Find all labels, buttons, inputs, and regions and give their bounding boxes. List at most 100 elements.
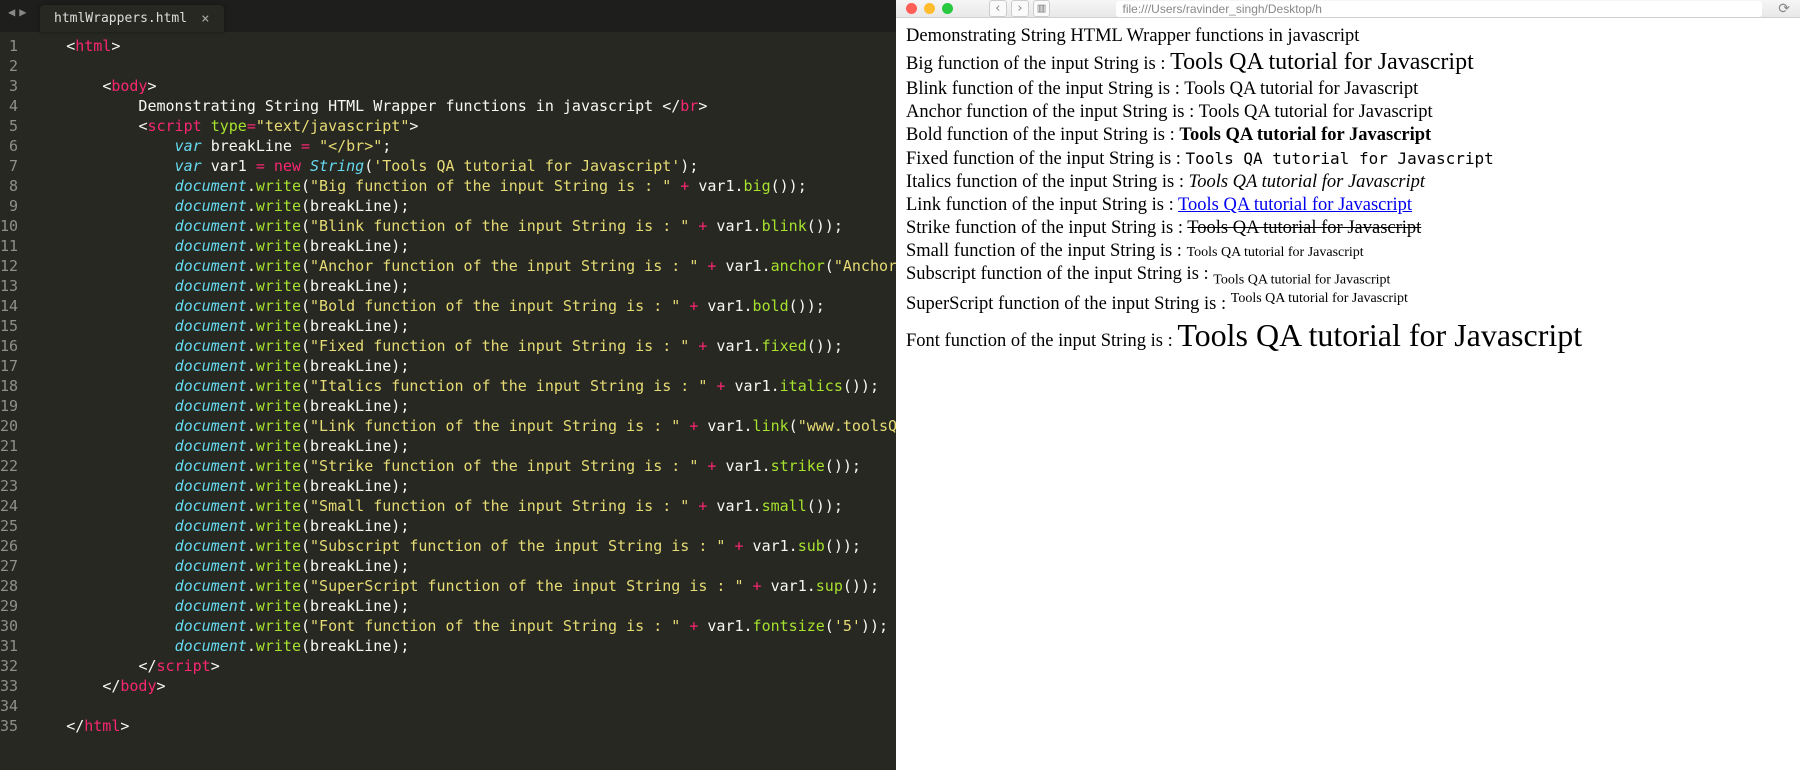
line-number: 4 [0,96,18,116]
output-row: Blink function of the input String is : … [906,78,1790,100]
code-line[interactable]: <script type="text/javascript"> [30,116,896,136]
code-line[interactable]: </body> [30,676,896,696]
output-row: Font function of the input String is : T… [906,316,1790,354]
output-label: Anchor function of the input String is : [906,102,1199,122]
app-root: ◀ ▶ htmlWrappers.html × 1234567891011121… [0,0,1800,770]
output-value: Tools QA tutorial for Javascript [1179,125,1431,145]
code-line[interactable]: document.write("Fixed function of the in… [30,336,896,356]
code-line[interactable]: Demonstrating String HTML Wrapper functi… [30,96,896,116]
line-number: 21 [0,436,18,456]
back-icon[interactable]: ‹ [989,0,1007,17]
code-line[interactable]: document.write("Small function of the in… [30,496,896,516]
code-line[interactable]: document.write(breakLine); [30,436,896,456]
line-number: 32 [0,656,18,676]
output-value: Tools QA tutorial for Javascript [1184,79,1418,99]
line-number: 25 [0,516,18,536]
line-number: 1 [0,36,18,56]
line-number: 5 [0,116,18,136]
output-label: SuperScript function of the input String… [906,294,1231,314]
output-row: Link function of the input String is : T… [906,194,1790,216]
output-label: Subscript function of the input String i… [906,264,1213,284]
code-line[interactable]: </html> [30,716,896,736]
code-line[interactable]: document.write("Blink function of the in… [30,216,896,236]
code-line[interactable]: document.write(breakLine); [30,356,896,376]
code-line[interactable]: document.write(breakLine); [30,316,896,336]
line-number: 27 [0,556,18,576]
line-number: 17 [0,356,18,376]
code-line[interactable]: document.write("Subscript function of th… [30,536,896,556]
browser-viewport: Demonstrating String HTML Wrapper functi… [896,18,1800,770]
zoom-window-icon[interactable] [942,3,953,14]
code-line[interactable]: document.write(breakLine); [30,276,896,296]
line-number: 2 [0,56,18,76]
code-content[interactable]: <html> <body> Demonstrating String HTML … [30,36,896,770]
line-number: 19 [0,396,18,416]
output-value: Tools QA tutorial for Javascript [1170,49,1474,75]
output-value: Tools QA tutorial for Javascript [1177,317,1582,353]
browser-chrome: ‹ › ▥ file:///Users/ravinder_singh/Deskt… [896,0,1800,18]
line-number: 28 [0,576,18,596]
line-number: 6 [0,136,18,156]
code-line[interactable]: document.write("Anchor function of the i… [30,256,896,276]
line-number: 30 [0,616,18,636]
editor-pane: ◀ ▶ htmlWrappers.html × 1234567891011121… [0,0,896,770]
sidebar-icon[interactable]: ▥ [1033,0,1051,17]
code-line[interactable]: <html> [30,36,896,56]
output-label: Fixed function of the input String is : [906,149,1186,169]
page-heading: Demonstrating String HTML Wrapper functi… [906,25,1790,47]
code-line[interactable]: document.write(breakLine); [30,196,896,216]
code-line[interactable]: document.write(breakLine); [30,596,896,616]
code-area[interactable]: 1234567891011121314151617181920212223242… [0,32,896,770]
code-line[interactable]: document.write("Italics function of the … [30,376,896,396]
output-value: Tools QA tutorial for Javascript [1187,218,1421,238]
output-value: Tools QA tutorial for Javascript [1186,149,1494,168]
output-label: Big function of the input String is : [906,54,1170,74]
output-label: Strike function of the input String is : [906,218,1187,238]
code-line[interactable]: var breakLine = "</br>"; [30,136,896,156]
output-label: Font function of the input String is : [906,331,1177,351]
output-label: Bold function of the input String is : [906,125,1179,145]
code-line[interactable]: document.write("Font function of the inp… [30,616,896,636]
output-row: Anchor function of the input String is :… [906,101,1790,123]
minimize-window-icon[interactable] [924,3,935,14]
output-row: Italics function of the input String is … [906,171,1790,193]
file-tab[interactable]: htmlWrappers.html × [40,5,224,32]
output-label: Link function of the input String is : [906,195,1178,215]
code-line[interactable]: document.write("Link function of the inp… [30,416,896,436]
code-line[interactable]: </script> [30,656,896,676]
code-line[interactable] [30,56,896,76]
browser-nav-buttons: ‹ › ▥ [989,0,1050,17]
nav-left-icon[interactable]: ◀ [8,6,15,18]
code-line[interactable]: document.write("SuperScript function of … [30,576,896,596]
close-window-icon[interactable] [906,3,917,14]
reload-icon[interactable]: ⟳ [1778,1,1790,17]
code-line[interactable]: document.write(breakLine); [30,236,896,256]
line-number: 22 [0,456,18,476]
line-number: 14 [0,296,18,316]
code-line[interactable]: document.write("Strike function of the i… [30,456,896,476]
code-line[interactable]: document.write(breakLine); [30,556,896,576]
code-line[interactable]: document.write("Bold function of the inp… [30,296,896,316]
output-row: SuperScript function of the input String… [906,291,1790,315]
line-number: 20 [0,416,18,436]
code-line[interactable]: document.write(breakLine); [30,636,896,656]
line-number-gutter: 1234567891011121314151617181920212223242… [0,36,30,770]
address-bar[interactable]: file:///Users/ravinder_singh/Desktop/h [1116,1,1762,17]
forward-icon[interactable]: › [1011,0,1029,17]
code-line[interactable]: document.write(breakLine); [30,516,896,536]
output-row: Strike function of the input String is :… [906,217,1790,239]
code-line[interactable] [30,696,896,716]
close-icon[interactable]: × [201,12,209,26]
code-line[interactable]: document.write(breakLine); [30,396,896,416]
output-value[interactable]: Tools QA tutorial for Javascript [1178,195,1412,215]
tab-label: htmlWrappers.html [54,11,187,26]
tab-nav-arrows: ◀ ▶ [8,6,26,18]
output-row: Fixed function of the input String is : … [906,148,1790,170]
code-line[interactable]: var var1 = new String('Tools QA tutorial… [30,156,896,176]
line-number: 7 [0,156,18,176]
line-number: 8 [0,176,18,196]
code-line[interactable]: document.write("Big function of the inpu… [30,176,896,196]
code-line[interactable]: document.write(breakLine); [30,476,896,496]
nav-right-icon[interactable]: ▶ [19,6,26,18]
code-line[interactable]: <body> [30,76,896,96]
